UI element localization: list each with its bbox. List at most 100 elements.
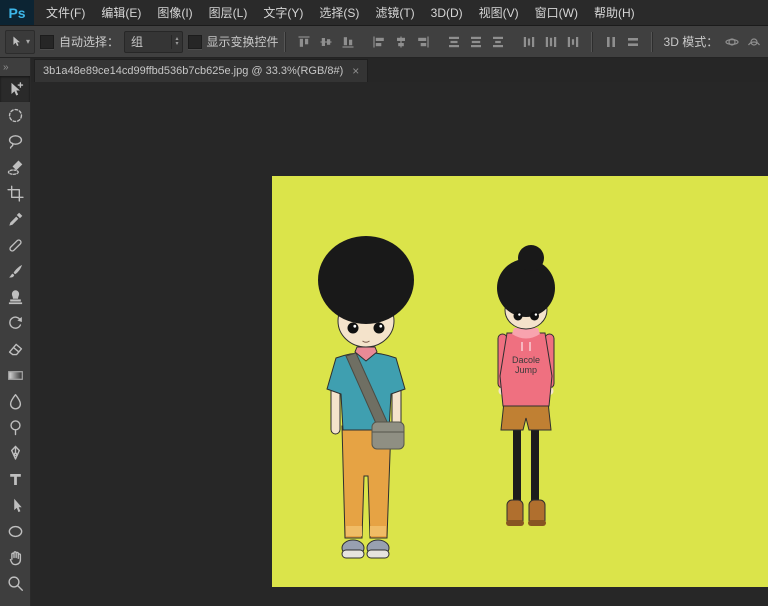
lasso-tool-icon [7, 133, 24, 150]
distribute-horizontal-spacing-button[interactable] [601, 32, 621, 52]
toolbar-collapse-button[interactable]: » [0, 58, 30, 76]
distribute-horizontal-centers-button[interactable] [541, 32, 561, 52]
type-tool[interactable] [0, 466, 30, 492]
align-left-edges-button[interactable] [369, 32, 389, 52]
eyedropper-tool-icon [7, 211, 24, 228]
history-brush-tool[interactable] [0, 310, 30, 336]
toolbar: » [0, 58, 31, 606]
distribute-right-edges-button[interactable] [563, 32, 583, 52]
distribute-vertical-spacing-button[interactable] [623, 32, 643, 52]
tool-preset-picker[interactable]: ▾ [5, 30, 35, 54]
spacing-group [601, 32, 643, 52]
show-transform-checkbox[interactable] [188, 35, 202, 49]
align-horizontal-centers-button[interactable] [391, 32, 411, 52]
gradient-tool-icon [7, 367, 24, 384]
options-separator [591, 32, 593, 52]
gradient-tool[interactable] [0, 362, 30, 388]
path-selection-tool-icon [7, 497, 24, 514]
double-chevron-icon: » [3, 62, 9, 73]
distribute-top-edges-icon [447, 35, 461, 49]
path-selection-tool[interactable] [0, 492, 30, 518]
hoodie-text-line2: Jump [515, 365, 537, 375]
align-right-edges-button[interactable] [413, 32, 433, 52]
move-tool-icon [7, 81, 24, 98]
distribute-horizontal-centers-icon [544, 35, 558, 49]
align-horizontal-group [369, 32, 433, 52]
align-horizontal-centers-icon [394, 35, 408, 49]
hand-tool-icon [7, 549, 24, 566]
distribute-right-edges-icon [566, 35, 580, 49]
menu-file[interactable]: 文件(F) [38, 0, 93, 25]
history-brush-tool-icon [7, 315, 24, 332]
menu-view[interactable]: 视图(V) [471, 0, 527, 25]
document-tab[interactable]: 3b1a48e89ce14cd99ffbd536b7cb625e.jpg @ 3… [34, 59, 368, 82]
pen-tool[interactable] [0, 440, 30, 466]
healing-brush-tool[interactable] [0, 232, 30, 258]
menu-3d[interactable]: 3D(D) [423, 0, 471, 25]
options-separator [651, 32, 653, 52]
distribute-horizontal-spacing-icon [604, 35, 618, 49]
options-separator [284, 32, 286, 52]
brush-tool-icon [7, 263, 24, 280]
distribute-vertical-centers-icon [469, 35, 483, 49]
options-bar: ▾ 自动选择： 组 ▴ ▾ 显示变换控件 [0, 26, 768, 58]
menu-image[interactable]: 图像(I) [149, 0, 200, 25]
distribute-vertical-centers-button[interactable] [466, 32, 486, 52]
elliptical-marquee-tool-icon [7, 107, 24, 124]
distribute-left-edges-button[interactable] [519, 32, 539, 52]
menu-type[interactable]: 文字(Y) [255, 0, 311, 25]
zoom-tool-icon [7, 575, 24, 592]
align-top-edges-button[interactable] [294, 32, 314, 52]
eyedropper-tool[interactable] [0, 206, 30, 232]
hand-tool[interactable] [0, 544, 30, 570]
clone-stamp-tool[interactable] [0, 284, 30, 310]
align-bottom-edges-button[interactable] [338, 32, 358, 52]
mode-3d-label: 3D 模式： [664, 33, 719, 50]
app-logo: Ps [0, 0, 34, 25]
3d-rotate-mode-button[interactable] [723, 32, 740, 52]
quick-selection-tool-icon [7, 159, 24, 176]
document-area: 3b1a48e89ce14cd99ffbd536b7cb625e.jpg @ 3… [31, 58, 768, 606]
distribute-vertical-group [444, 32, 508, 52]
menu-help[interactable]: 帮助(H) [586, 0, 643, 25]
menu-filter[interactable]: 滤镜(T) [367, 0, 422, 25]
healing-brush-tool-icon [7, 237, 24, 254]
elliptical-marquee-tool[interactable] [0, 102, 30, 128]
menu-bar: Ps 文件(F) 编辑(E) 图像(I) 图层(L) 文字(Y) 选择(S) 滤… [0, 0, 768, 26]
dodge-tool[interactable] [0, 414, 30, 440]
zoom-tool[interactable] [0, 570, 30, 596]
brush-tool[interactable] [0, 258, 30, 284]
document-tab-bar: 3b1a48e89ce14cd99ffbd536b7cb625e.jpg @ 3… [31, 58, 768, 82]
align-bottom-edges-icon [341, 35, 355, 49]
quick-selection-tool[interactable] [0, 154, 30, 180]
lasso-tool[interactable] [0, 128, 30, 154]
align-left-edges-icon [372, 35, 386, 49]
eraser-tool[interactable] [0, 336, 30, 362]
menu-edit[interactable]: 编辑(E) [93, 0, 149, 25]
3d-roll-mode-button[interactable] [746, 32, 763, 52]
menu-select[interactable]: 选择(S) [311, 0, 367, 25]
chevron-down-icon: ▾ [26, 37, 30, 46]
crop-tool[interactable] [0, 180, 30, 206]
3d-roll-mode-icon [747, 35, 761, 49]
shape-tool-icon [7, 523, 24, 540]
distribute-left-edges-icon [522, 35, 536, 49]
distribute-bottom-edges-button[interactable] [488, 32, 508, 52]
document-image[interactable]: Dacole Jump [272, 176, 768, 587]
type-tool-icon [7, 471, 24, 488]
menu-window[interactable]: 窗口(W) [527, 0, 586, 25]
canvas-area[interactable]: Dacole Jump [31, 82, 768, 606]
dropdown-spinner-icon[interactable]: ▴ ▾ [171, 35, 181, 49]
shape-tool[interactable] [0, 518, 30, 544]
hoodie-text-line1: Dacole [512, 355, 540, 365]
auto-select-target-dropdown[interactable]: 组 ▴ ▾ [124, 31, 182, 53]
blur-tool[interactable] [0, 388, 30, 414]
3d-rotate-mode-icon [725, 35, 739, 49]
move-tool[interactable] [0, 76, 30, 102]
auto-select-checkbox[interactable] [40, 35, 54, 49]
align-vertical-centers-button[interactable] [316, 32, 336, 52]
blur-tool-icon [7, 393, 24, 410]
menu-layer[interactable]: 图层(L) [201, 0, 256, 25]
tab-close-button[interactable]: × [352, 64, 359, 78]
distribute-top-edges-button[interactable] [444, 32, 464, 52]
